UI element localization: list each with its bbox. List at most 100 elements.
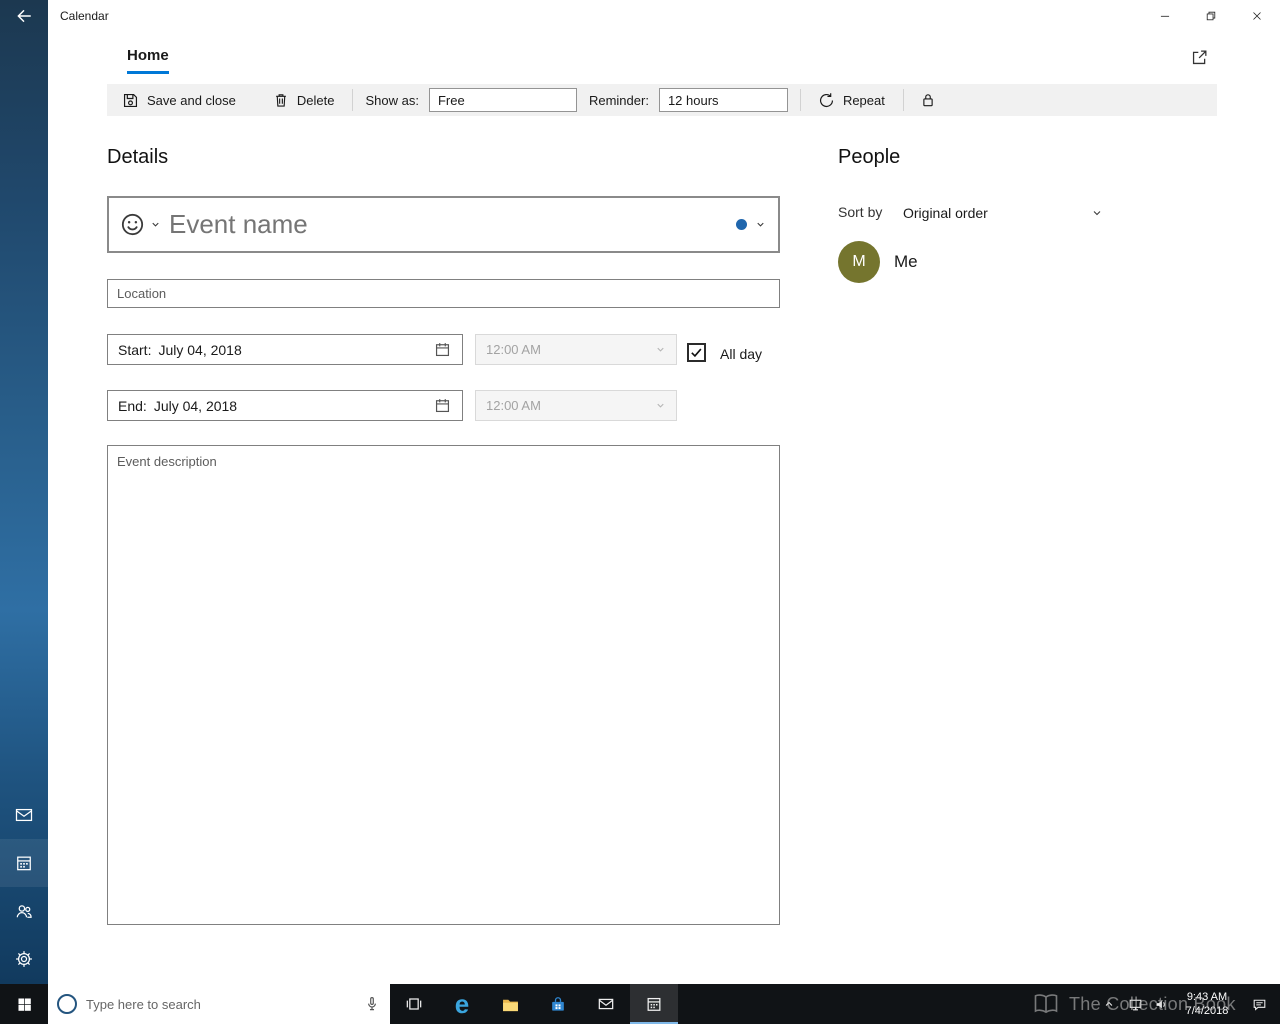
- app-nav-rail: [0, 0, 48, 984]
- taskbar-file-explorer-button[interactable]: [486, 984, 534, 1024]
- start-button[interactable]: [0, 984, 48, 1024]
- sort-by-label: Sort by: [838, 204, 883, 220]
- smiley-icon: [121, 213, 144, 236]
- speaker-icon: [1156, 1000, 1165, 1008]
- nav-people-button[interactable]: [0, 887, 48, 935]
- tray-show-hidden-icons-button[interactable]: [1096, 984, 1122, 1024]
- start-date-picker[interactable]: Start: July 04, 2018: [107, 334, 463, 365]
- show-as-input[interactable]: [428, 88, 577, 112]
- edge-icon: e: [454, 989, 470, 1019]
- start-label: Start:: [118, 341, 152, 358]
- minimize-button[interactable]: [1142, 0, 1188, 32]
- tab-home[interactable]: Home: [127, 47, 169, 74]
- chevron-down-icon: [657, 403, 664, 408]
- start-time-picker: 12:00 AM: [475, 334, 677, 365]
- sort-by-value: Original order: [903, 205, 988, 221]
- restore-button[interactable]: [1188, 0, 1234, 32]
- calendar-picker-icon: [435, 343, 450, 357]
- gear-icon: [16, 951, 32, 967]
- folder-icon: [502, 999, 518, 1011]
- chevron-down-icon: [152, 222, 159, 227]
- emoji-picker-button[interactable]: [109, 198, 169, 251]
- lock-icon: [923, 94, 933, 107]
- action-center-button[interactable]: [1240, 984, 1278, 1024]
- show-as-label: Show as:: [365, 92, 419, 108]
- screen: Calendar Home Save and close Delete Show…: [0, 0, 1280, 1024]
- clock-time: 9:43 AM: [1186, 991, 1228, 1003]
- taskbar-clock[interactable]: 9:43 AM 7/4/2018: [1174, 984, 1240, 1024]
- action-center-icon: [1253, 999, 1265, 1011]
- end-time-value: 12:00 AM: [486, 398, 541, 413]
- calendar-color-dot: [736, 219, 747, 230]
- save-and-close-icon: [123, 93, 138, 107]
- tray-network-button[interactable]: [1122, 984, 1148, 1024]
- taskbar-calendar-button[interactable]: [630, 984, 678, 1024]
- save-and-close-label: Save and close: [147, 92, 236, 108]
- save-and-close-button[interactable]: Save and close: [115, 84, 242, 116]
- nav-rail-bottom: [0, 791, 48, 983]
- calendar-icon: [647, 997, 661, 1011]
- network-icon: [1129, 999, 1141, 1010]
- minimize-icon: [1160, 15, 1170, 17]
- task-view-icon: [406, 998, 422, 1010]
- close-button[interactable]: [1234, 0, 1280, 32]
- delete-button[interactable]: Delete: [266, 84, 341, 116]
- event-description-textarea[interactable]: [107, 445, 780, 925]
- back-arrow-icon: [17, 9, 31, 23]
- end-date-picker[interactable]: End: July 04, 2018: [107, 390, 463, 421]
- taskbar-edge-button[interactable]: e: [438, 984, 486, 1024]
- titlebar: Calendar: [48, 0, 1280, 32]
- check-icon: [691, 348, 702, 358]
- nav-settings-button[interactable]: [0, 935, 48, 983]
- open-in-new-window-button[interactable]: [1186, 44, 1212, 70]
- back-button[interactable]: [0, 0, 48, 32]
- toolbar-separator: [902, 89, 904, 111]
- store-icon: [552, 997, 564, 1011]
- restore-icon: [1206, 11, 1216, 21]
- event-name-box: [107, 196, 780, 253]
- calendar-color-button[interactable]: [724, 198, 778, 251]
- window-controls: [1142, 0, 1280, 32]
- start-time-value: 12:00 AM: [486, 342, 541, 357]
- reminder-input[interactable]: [658, 88, 788, 112]
- details-heading: Details: [107, 146, 169, 168]
- microphone-icon: [368, 997, 376, 1011]
- system-tray: 9:43 AM 7/4/2018: [1096, 984, 1280, 1024]
- chevron-up-icon: [1105, 1001, 1113, 1006]
- nav-calendar-button[interactable]: [0, 839, 48, 887]
- people-heading: People: [838, 146, 901, 168]
- location-input[interactable]: [107, 279, 780, 308]
- attendee-row[interactable]: M Me: [838, 241, 918, 283]
- chevron-down-icon: [657, 347, 664, 352]
- taskbar-search[interactable]: [48, 984, 390, 1024]
- start-date-value: July 04, 2018: [158, 341, 242, 358]
- all-day-label: All day: [720, 346, 763, 362]
- nav-mail-button[interactable]: [0, 791, 48, 839]
- repeat-label: Repeat: [842, 92, 885, 108]
- mail-icon: [598, 998, 614, 1010]
- trash-icon: [276, 94, 286, 107]
- chevron-down-icon: [1093, 211, 1101, 216]
- end-time-picker: 12:00 AM: [475, 390, 677, 421]
- taskbar-search-input[interactable]: [86, 996, 354, 1012]
- repeat-button[interactable]: Repeat: [811, 84, 891, 116]
- mail-icon: [15, 808, 33, 822]
- private-button[interactable]: [910, 84, 946, 116]
- end-date-value: July 04, 2018: [153, 397, 238, 414]
- taskbar-mail-button[interactable]: [582, 984, 630, 1024]
- end-label: End:: [118, 397, 147, 414]
- taskbar-store-button[interactable]: [534, 984, 582, 1024]
- event-name-input[interactable]: [169, 209, 724, 240]
- tab-home-label: Home: [127, 47, 169, 64]
- clock-date: 7/4/2018: [1185, 1005, 1229, 1017]
- chevron-down-icon: [757, 222, 764, 227]
- attendee-name: Me: [894, 252, 918, 271]
- sort-by-dropdown[interactable]: Original order: [903, 200, 1103, 226]
- repeat-icon: [819, 92, 833, 107]
- tray-volume-button[interactable]: [1148, 984, 1174, 1024]
- all-day-checkbox[interactable]: [687, 343, 706, 362]
- toolbar: Save and close Delete Show as: Reminder:…: [107, 84, 1217, 116]
- taskbar: e 9:43 AM 7/4/2018: [0, 984, 1280, 1024]
- task-view-button[interactable]: [390, 984, 438, 1024]
- cortana-icon: [57, 994, 77, 1014]
